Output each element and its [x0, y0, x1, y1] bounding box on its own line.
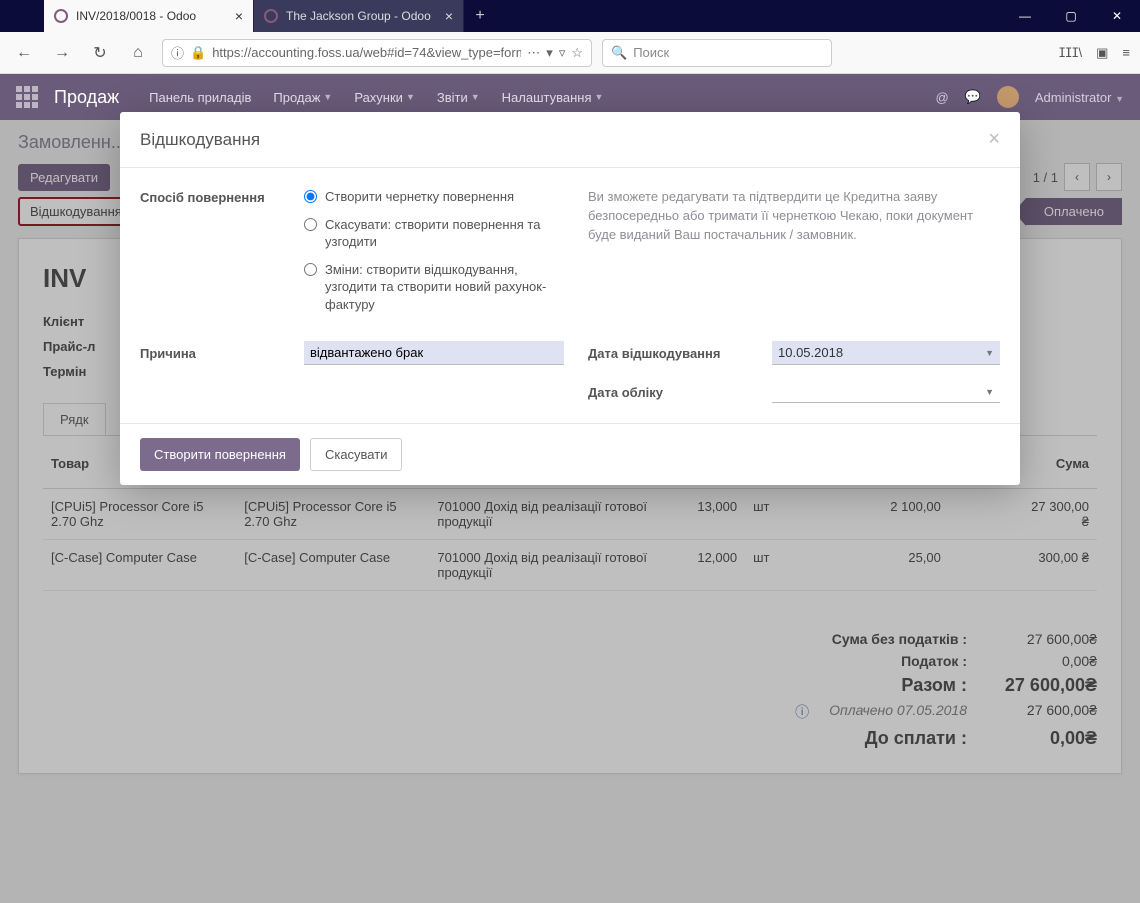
library-icon[interactable]: ⵊⵊⵊ\ — [1059, 45, 1082, 61]
search-bar[interactable]: 🔍 Поиск — [602, 39, 832, 67]
tab-title: INV/2018/0018 - Odoo — [76, 9, 196, 23]
window-close[interactable]: ✕ — [1094, 0, 1140, 32]
menu-reports[interactable]: Звіти▼ — [437, 90, 480, 105]
reader-icon[interactable]: ▾ — [546, 45, 553, 61]
menu-settings[interactable]: Налаштування▼ — [502, 90, 604, 105]
nav-home-icon[interactable]: ⌂ — [124, 39, 152, 67]
help-text: Ви зможете редагувати та підтвердити це … — [588, 188, 1000, 323]
nav-back-icon[interactable]: ← — [10, 39, 38, 67]
sidebar-icon[interactable]: ▣ — [1096, 45, 1108, 61]
close-tab-icon[interactable]: × — [445, 8, 453, 24]
app-name[interactable]: Продаж — [54, 87, 119, 108]
menu-invoices[interactable]: Рахунки▼ — [354, 90, 415, 105]
browser-tabs: INV/2018/0018 - Odoo × The Jackson Group… — [0, 0, 1002, 32]
nav-forward-icon[interactable]: → — [48, 39, 76, 67]
menu-icon[interactable]: ≡ — [1122, 45, 1130, 60]
search-icon: 🔍 — [611, 45, 627, 61]
info-icon: ⓘ — [171, 43, 184, 62]
date-refund-input[interactable]: 10.05.2018▼ — [772, 341, 1000, 365]
avatar[interactable] — [997, 86, 1019, 108]
create-refund-button[interactable]: Створити повернення — [140, 438, 300, 471]
odoo-favicon — [264, 9, 278, 23]
support-icon[interactable]: @ — [935, 90, 948, 105]
reason-input[interactable] — [304, 341, 564, 365]
url-bar[interactable]: ⓘ 🔒 https://accounting.foss.ua/web#id=74… — [162, 39, 592, 67]
pocket-icon[interactable]: ▿ — [559, 45, 566, 61]
tab-title: The Jackson Group - Odoo — [286, 9, 431, 23]
nav-reload-icon[interactable]: ↻ — [86, 39, 114, 67]
user-menu[interactable]: Administrator ▼ — [1035, 90, 1124, 105]
modal-title: Відшкодування — [140, 130, 260, 150]
window-minimize[interactable]: — — [1002, 0, 1048, 32]
browser-tab-active[interactable]: INV/2018/0018 - Odoo × — [44, 0, 254, 32]
chat-icon[interactable]: 💬 — [965, 89, 981, 105]
cancel-button[interactable]: Скасувати — [310, 438, 403, 471]
date-refund-label: Дата відшкодування — [588, 346, 748, 361]
apps-icon[interactable] — [16, 86, 38, 108]
new-tab-button[interactable]: + — [464, 0, 496, 32]
method-label: Спосіб повернення — [140, 188, 280, 323]
search-placeholder: Поиск — [633, 45, 669, 60]
lock-icon: 🔒 — [190, 45, 206, 61]
reason-label: Причина — [140, 346, 280, 361]
bookmark-icon[interactable]: ☆ — [571, 45, 583, 61]
date-acc-label: Дата обліку — [588, 385, 748, 400]
ellipsis-icon[interactable]: ⋯ — [527, 45, 540, 61]
refund-modal: Відшкодування × Спосіб повернення Створи… — [120, 112, 1020, 485]
radio-modify[interactable]: Зміни: створити відшкодування, узгодити … — [304, 261, 564, 314]
window-maximize[interactable]: ▢ — [1048, 0, 1094, 32]
close-tab-icon[interactable]: × — [235, 8, 243, 24]
close-icon[interactable]: × — [988, 128, 1000, 151]
radio-draft[interactable]: Створити чернетку повернення — [304, 188, 564, 206]
menu-sales[interactable]: Продаж▼ — [273, 90, 332, 105]
menu-dashboard[interactable]: Панель приладів — [149, 90, 251, 105]
date-acc-input[interactable]: ▼ — [772, 381, 1000, 403]
radio-cancel[interactable]: Скасувати: створити повернення та узгоди… — [304, 216, 564, 251]
odoo-favicon — [54, 9, 68, 23]
browser-tab[interactable]: The Jackson Group - Odoo × — [254, 0, 464, 32]
url-text: https://accounting.foss.ua/web#id=74&vie… — [212, 45, 521, 60]
